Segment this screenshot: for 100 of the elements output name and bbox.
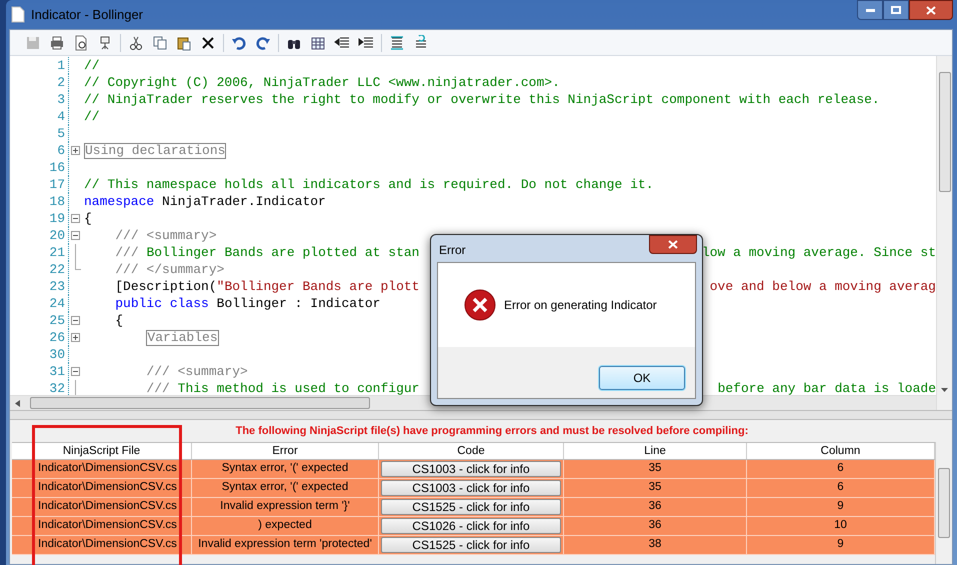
- redo-icon: [255, 34, 271, 50]
- doc-comment: ///: [115, 244, 139, 261]
- collapse-icon[interactable]: [70, 316, 80, 325]
- maximize-icon: [891, 6, 901, 14]
- code-comment: Bollinger Bands are plotted at stan: [146, 244, 420, 261]
- maximize-button[interactable]: [883, 0, 909, 20]
- scrollbar-thumb[interactable]: [30, 397, 370, 409]
- line-number: 20: [48, 226, 66, 245]
- paste-icon: [176, 34, 192, 50]
- scrollbar-thumb[interactable]: [938, 72, 950, 192]
- line-number: 24: [48, 294, 66, 313]
- expand-icon[interactable]: [70, 146, 80, 155]
- table-cell-text: Invalid expression term 'protected': [198, 537, 372, 552]
- table-cell-text: 6: [837, 461, 844, 476]
- code-keyword: namespace: [84, 193, 154, 210]
- close-button[interactable]: [909, 0, 953, 20]
- code-comment: low a moving average. Since st: [702, 244, 936, 261]
- line-number: 22: [48, 260, 66, 279]
- indent-icon: [358, 34, 374, 50]
- code-comment: // Copyright (C) 2006, NinjaTrader LLC <www.ninjatrader.com>.: [84, 74, 560, 91]
- code-text: {: [84, 210, 92, 227]
- vertical-scrollbar[interactable]: [936, 56, 952, 410]
- table-cell-text: Indicator\DimensionCSV.cs: [38, 461, 177, 476]
- scroll-down-icon: [941, 388, 948, 392]
- collapsed-region[interactable]: Using declarations: [84, 142, 226, 158]
- grid-icon: [310, 34, 326, 50]
- info-button[interactable]: CS1525 - click for info: [381, 537, 561, 553]
- line-number: 4: [56, 108, 66, 126]
- print-icon: [49, 34, 65, 50]
- table-cell-text: Indicator\DimensionCSV.cs: [38, 499, 177, 514]
- scissors-icon: [128, 34, 144, 50]
- comment-lines-button[interactable]: [388, 34, 406, 52]
- line-number: 23: [48, 278, 66, 296]
- close-icon: [668, 240, 678, 249]
- table-cell-text: Indicator\DimensionCSV.cs: [38, 537, 177, 552]
- info-button[interactable]: CS1003 - click for info: [381, 461, 561, 477]
- collapse-icon[interactable]: [70, 214, 80, 223]
- table-cell-text: 35: [648, 461, 662, 476]
- doc-comment: /// <summary>: [146, 363, 248, 380]
- collapse-icon[interactable]: [70, 231, 80, 240]
- line-number: 3: [56, 90, 66, 109]
- code-comment: before any bar data is loade: [718, 380, 936, 395]
- column-header[interactable]: NinjaScript File: [12, 443, 192, 459]
- delete-icon: [200, 34, 216, 50]
- table-cell-text: Invalid expression term '}': [220, 499, 350, 514]
- fold-line: [74, 380, 76, 395]
- error-icon: [464, 289, 496, 321]
- copy-button[interactable]: [151, 34, 169, 52]
- vertical-scrollbar[interactable]: [935, 442, 952, 564]
- code-text: NinjaTrader.Indicator: [162, 193, 326, 210]
- column-header[interactable]: Line: [564, 443, 747, 459]
- ok-button[interactable]: OK: [599, 366, 685, 390]
- close-button[interactable]: [649, 235, 697, 254]
- code-text: Bollinger : Indicator: [216, 295, 380, 312]
- line-number: 18: [48, 192, 66, 211]
- comment-lines-icon: [389, 34, 405, 50]
- minimize-icon: [866, 8, 874, 12]
- info-button[interactable]: CS1026 - click for info: [381, 518, 561, 534]
- close-icon: [926, 6, 936, 14]
- table-cell-text: 6: [837, 480, 844, 496]
- expand-icon[interactable]: [70, 333, 80, 342]
- line-number: 25: [48, 312, 66, 330]
- outdent-icon: [334, 34, 350, 50]
- column-header[interactable]: Code: [379, 443, 564, 459]
- line-number: 5: [56, 124, 66, 143]
- column-header[interactable]: Error: [192, 443, 379, 459]
- line-number: 19: [48, 210, 66, 228]
- table-cell-text: ) expected: [258, 518, 312, 534]
- line-number: 31: [48, 362, 66, 381]
- collapsed-region[interactable]: Variables: [146, 330, 219, 346]
- code-string: "Bollinger Bands are plott: [216, 278, 420, 295]
- dialog-message: Error on generating Indicator: [504, 297, 657, 314]
- info-button[interactable]: CS1003 - click for info: [381, 480, 561, 496]
- info-button[interactable]: CS1525 - click for info: [381, 499, 561, 515]
- dialog-title: Error: [439, 242, 466, 259]
- line-number: 30: [48, 346, 66, 364]
- doc-comment: /// </summary>: [115, 261, 224, 278]
- code-keyword: public class: [115, 295, 209, 312]
- copy-icon: [152, 34, 168, 50]
- error-message: The following NinjaScript file(s) have programming errors and must be resolved before compiling:: [234, 424, 750, 439]
- line-number: 17: [48, 176, 66, 194]
- table-cell-text: 10: [834, 518, 847, 534]
- table-cell-text: 35: [648, 480, 662, 496]
- print-button[interactable]: [48, 34, 66, 52]
- scrollbar-thumb[interactable]: [938, 468, 950, 538]
- line-number: 16: [48, 158, 66, 177]
- uncomment-lines-icon: [413, 34, 429, 50]
- print-preview-icon: [73, 34, 89, 50]
- line-number: 32: [48, 380, 66, 395]
- document-icon: [11, 6, 25, 23]
- table-cell-text: 38: [648, 537, 662, 552]
- save-icon: [25, 34, 41, 50]
- window-title: Indicator - Bollinger: [31, 6, 143, 24]
- scroll-left-icon: [15, 400, 20, 406]
- table-cell-text: 36: [648, 518, 662, 534]
- table-cell-text: Syntax error, '(' expected: [222, 461, 348, 476]
- line-number: 2: [56, 74, 66, 92]
- line-number: 21: [48, 244, 66, 262]
- collapse-icon[interactable]: [70, 367, 80, 376]
- minimize-button[interactable]: [857, 0, 883, 20]
